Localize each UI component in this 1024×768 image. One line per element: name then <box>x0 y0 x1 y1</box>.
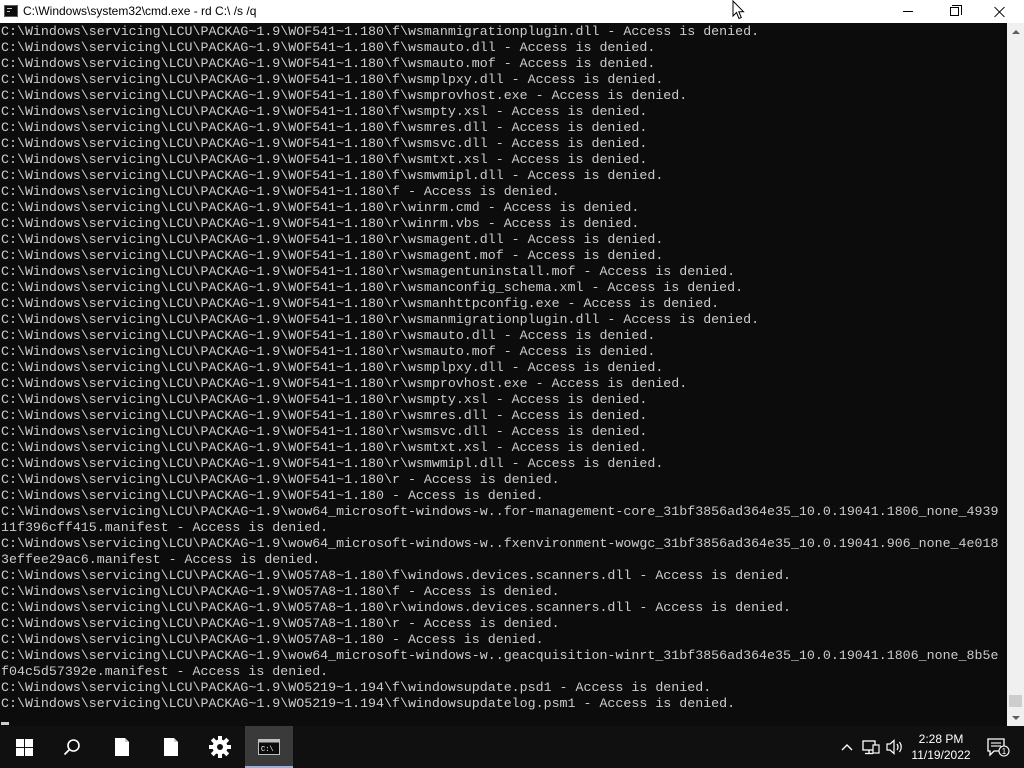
notification-count: 1 <box>1002 747 1007 756</box>
console-line: C:\Windows\servicing\LCU\PACKAG~1.9\WO57… <box>1 600 791 615</box>
svg-text:C:\: C:\ <box>261 746 274 754</box>
cmd-app-icon[interactable] <box>4 5 18 17</box>
scroll-down-button[interactable] <box>1007 709 1024 726</box>
console-line: C:\Windows\servicing\LCU\PACKAG~1.9\WOF5… <box>1 344 656 359</box>
console-line: f04c5d57392e.manifest - Access is denied… <box>1 664 329 679</box>
taskbar-file-2[interactable] <box>147 726 195 768</box>
console-line: 11f396cff415.manifest - Access is denied… <box>1 520 329 535</box>
console-line: C:\Windows\servicing\LCU\PACKAG~1.9\WOF5… <box>1 488 544 503</box>
scrollbar-thumb[interactable] <box>1009 695 1022 707</box>
start-button[interactable] <box>0 726 48 768</box>
maximize-button[interactable] <box>931 0 977 23</box>
title-bar[interactable]: C:\Windows\system32\cmd.exe - rd C:\ /s … <box>0 0 1024 23</box>
console-line: C:\Windows\servicing\LCU\PACKAG~1.9\WOF5… <box>1 88 688 103</box>
console-line: C:\Windows\servicing\LCU\PACKAG~1.9\WO52… <box>1 696 736 711</box>
console-line: C:\Windows\servicing\LCU\PACKAG~1.9\WOF5… <box>1 392 648 407</box>
console-line: C:\Windows\servicing\LCU\PACKAG~1.9\WOF5… <box>1 456 664 471</box>
text-cursor <box>1 722 9 725</box>
console-line: C:\Windows\servicing\LCU\PACKAG~1.9\WOF5… <box>1 232 664 247</box>
console-line: C:\Windows\servicing\LCU\PACKAG~1.9\wow6… <box>1 536 999 551</box>
file-icon <box>115 738 129 756</box>
console-line: C:\Windows\servicing\LCU\PACKAG~1.9\WOF5… <box>1 424 648 439</box>
console-line: C:\Windows\servicing\LCU\PACKAG~1.9\WOF5… <box>1 72 664 87</box>
console-line: C:\Windows\servicing\LCU\PACKAG~1.9\WOF5… <box>1 248 664 263</box>
taskbar: C:\ 2:28 PM 11/19/2022 1 <box>0 726 1024 768</box>
arrow-down-icon <box>1011 715 1020 720</box>
console-line: C:\Windows\servicing\LCU\PACKAG~1.9\WOF5… <box>1 136 648 151</box>
console-line: C:\Windows\servicing\LCU\PACKAG~1.9\WO52… <box>1 680 712 695</box>
close-icon <box>994 6 1006 18</box>
console-line: C:\Windows\servicing\LCU\PACKAG~1.9\WO57… <box>1 584 560 599</box>
volume-button[interactable] <box>884 726 906 768</box>
cmd-icon: C:\ <box>258 739 280 755</box>
search-button[interactable] <box>48 726 96 768</box>
file-icon <box>164 738 178 756</box>
console-line: C:\Windows\servicing\LCU\PACKAG~1.9\WO57… <box>1 616 560 631</box>
console-line: C:\Windows\servicing\LCU\PACKAG~1.9\WOF5… <box>1 152 648 167</box>
clock-time: 2:28 PM <box>918 732 964 746</box>
console-line: C:\Windows\servicing\LCU\PACKAG~1.9\WOF5… <box>1 200 640 215</box>
console-line: C:\Windows\servicing\LCU\PACKAG~1.9\WOF5… <box>1 120 648 135</box>
console-line: C:\Windows\servicing\LCU\PACKAG~1.9\WOF5… <box>1 24 760 39</box>
action-center-button[interactable]: 1 <box>978 726 1018 768</box>
console-line: C:\Windows\servicing\LCU\PACKAG~1.9\WOF5… <box>1 280 744 295</box>
console-line: C:\Windows\servicing\LCU\PACKAG~1.9\WOF5… <box>1 104 648 119</box>
gear-icon <box>209 736 231 758</box>
show-hidden-icons-button[interactable] <box>836 726 858 768</box>
scroll-up-button[interactable] <box>1007 23 1024 40</box>
arrow-up-icon <box>1011 29 1020 34</box>
console-line: C:\Windows\servicing\LCU\PACKAG~1.9\WO57… <box>1 632 544 647</box>
console-output[interactable]: C:\Windows\servicing\LCU\PACKAG~1.9\WOF5… <box>0 23 1007 726</box>
console-line: C:\Windows\servicing\LCU\PACKAG~1.9\WOF5… <box>1 376 688 391</box>
network-button[interactable] <box>860 726 882 768</box>
restore-icon <box>949 5 962 16</box>
windows-start-icon <box>15 738 33 756</box>
console-line: C:\Windows\servicing\LCU\PACKAG~1.9\WOF5… <box>1 168 664 183</box>
console-line: C:\Windows\servicing\LCU\PACKAG~1.9\wow6… <box>1 648 999 663</box>
network-icon <box>862 740 880 755</box>
chevron-up-icon <box>841 744 853 751</box>
close-button[interactable] <box>977 0 1023 23</box>
console-line: C:\Windows\servicing\LCU\PACKAG~1.9\WOF5… <box>1 40 656 55</box>
console-line: C:\Windows\servicing\LCU\PACKAG~1.9\WOF5… <box>1 408 648 423</box>
console-line: C:\Windows\servicing\LCU\PACKAG~1.9\WOF5… <box>1 56 656 71</box>
console-line: C:\Windows\servicing\LCU\PACKAG~1.9\wow6… <box>1 504 999 519</box>
console-line: C:\Windows\servicing\LCU\PACKAG~1.9\WOF5… <box>1 440 648 455</box>
taskbar-cmd[interactable]: C:\ <box>245 726 293 768</box>
console-line: C:\Windows\servicing\LCU\PACKAG~1.9\WOF5… <box>1 328 656 343</box>
console-line: C:\Windows\servicing\LCU\PACKAG~1.9\WOF5… <box>1 264 736 279</box>
clock-date: 11/19/2022 <box>911 748 971 762</box>
mouse-pointer-icon <box>732 0 745 20</box>
console-line: C:\Windows\servicing\LCU\PACKAG~1.9\WOF5… <box>1 296 720 311</box>
console-line: C:\Windows\servicing\LCU\PACKAG~1.9\WOF5… <box>1 360 664 375</box>
volume-icon <box>886 739 902 755</box>
console-line: C:\Windows\servicing\LCU\PACKAG~1.9\WOF5… <box>1 216 640 231</box>
minimize-icon <box>903 11 913 12</box>
notification-icon: 1 <box>987 738 1010 757</box>
taskbar-file-1[interactable] <box>98 726 146 768</box>
minimize-button[interactable] <box>885 0 931 23</box>
search-icon <box>63 739 80 756</box>
taskbar-clock[interactable]: 2:28 PM 11/19/2022 <box>906 731 976 763</box>
console-line: C:\Windows\servicing\LCU\PACKAG~1.9\WO57… <box>1 568 791 583</box>
window-title: C:\Windows\system32\cmd.exe - rd C:\ /s … <box>23 4 257 18</box>
console-line: C:\Windows\servicing\LCU\PACKAG~1.9\WOF5… <box>1 312 760 327</box>
vertical-scrollbar[interactable] <box>1007 23 1024 726</box>
taskbar-settings[interactable] <box>196 726 244 768</box>
console-line: C:\Windows\servicing\LCU\PACKAG~1.9\WOF5… <box>1 184 560 199</box>
console-line: 3effee29ac6.manifest - Access is denied. <box>1 552 321 567</box>
console-line: C:\Windows\servicing\LCU\PACKAG~1.9\WOF5… <box>1 472 560 487</box>
